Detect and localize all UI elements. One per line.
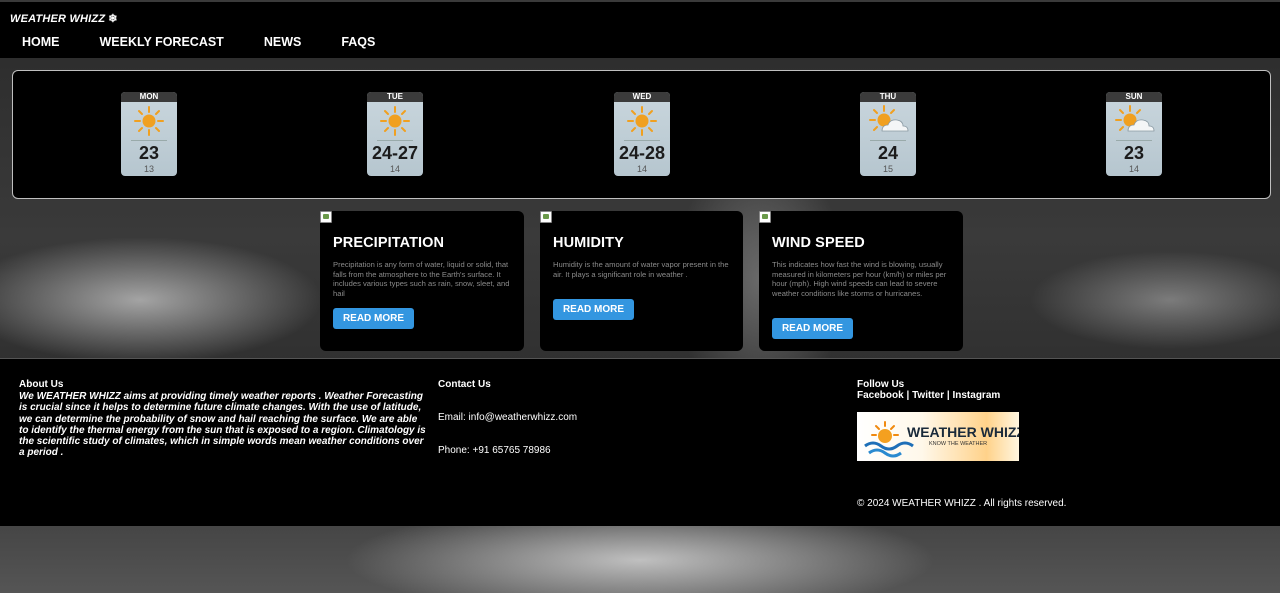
- forecast-day-tue: TUE 24-27 14: [367, 92, 423, 176]
- day-low-temperature: 14: [1128, 164, 1139, 174]
- logo-sun-waves-icon: WEATHER WHIZZ KNOW THE WEATHER: [864, 421, 1025, 458]
- day-temperature: 23: [1123, 143, 1145, 163]
- brand-name: WEATHER WHIZZ: [10, 13, 106, 25]
- social-links: Facebook | Twitter | Instagram: [857, 390, 1000, 401]
- follow-title: Follow Us: [857, 379, 905, 390]
- card-humidity: HUMIDITY Humidity is the amount of water…: [540, 211, 743, 351]
- broken-image-icon: [540, 211, 552, 223]
- read-more-button[interactable]: READ MORE: [772, 318, 853, 339]
- day-temperature: 23: [138, 143, 160, 163]
- facebook-link[interactable]: Facebook: [857, 390, 904, 401]
- partly-cloudy-icon: [1115, 105, 1155, 132]
- weather-whizz-logo: WEATHER WHIZZ KNOW THE WEATHER: [857, 412, 1025, 461]
- card-wind-speed: WIND SPEED This indicates how fast the w…: [759, 211, 963, 351]
- read-more-button[interactable]: READ MORE: [333, 308, 414, 329]
- broken-image-icon: [320, 211, 332, 223]
- nav-home[interactable]: HOME: [22, 35, 60, 49]
- card-description: Humidity is the amount of water vapor pr…: [553, 260, 729, 279]
- day-name: TUE: [367, 92, 423, 102]
- forecast-day-sun: SUN 23 14: [1106, 92, 1162, 176]
- contact-title: Contact Us: [438, 379, 491, 390]
- day-temperature: 24-28: [618, 143, 666, 163]
- read-more-button[interactable]: READ MORE: [553, 299, 634, 320]
- forecast-day-mon: MON 23 13: [121, 92, 177, 176]
- day-name: SUN: [1106, 92, 1162, 102]
- site-header: WEATHER WHIZZ ❄ HOME WEEKLY FORECAST NEWS…: [0, 0, 1280, 58]
- link-separator: |: [946, 390, 950, 401]
- about-section: About Us We WEATHER WHIZZ aims at provid…: [19, 379, 429, 459]
- broken-image-icon: [759, 211, 771, 223]
- day-name: WED: [614, 92, 670, 102]
- partly-cloudy-icon: [869, 105, 909, 132]
- tile-divider: [624, 140, 660, 141]
- nav-news[interactable]: NEWS: [264, 35, 302, 49]
- forecast-day-wed: WED 24-28 14: [614, 92, 670, 176]
- logo-name: WEATHER WHIZZ: [907, 424, 1019, 440]
- link-separator: |: [906, 390, 910, 401]
- card-description: Precipitation is any form of water, liqu…: [333, 260, 510, 298]
- card-description: This indicates how fast the wind is blow…: [772, 260, 947, 298]
- instagram-link[interactable]: Instagram: [952, 390, 1000, 401]
- day-temperature: 24: [877, 143, 899, 163]
- about-title: About Us: [19, 379, 64, 390]
- follow-section: Follow Us Facebook | Twitter | Instagram: [857, 379, 1000, 401]
- day-low-temperature: 14: [389, 164, 400, 174]
- contact-phone[interactable]: Phone: +91 65765 78986: [438, 445, 577, 456]
- sunny-icon: [380, 106, 410, 136]
- day-temperature: 24-27: [371, 143, 419, 163]
- card-precipitation: PRECIPITATION Precipitation is any form …: [320, 211, 524, 351]
- tile-divider: [1116, 140, 1152, 141]
- day-low-temperature: 14: [636, 164, 647, 174]
- day-name: THU: [860, 92, 916, 102]
- brand-logo[interactable]: WEATHER WHIZZ ❄: [10, 12, 118, 25]
- about-text: We WEATHER WHIZZ aims at providing timel…: [19, 391, 426, 459]
- sunny-icon: [627, 106, 657, 136]
- day-name: MON: [121, 92, 177, 102]
- card-title: HUMIDITY: [553, 235, 624, 251]
- forecast-day-thu: THU 24 15: [860, 92, 916, 176]
- contact-email[interactable]: Email: info@weatherwhizz.com: [438, 412, 577, 423]
- copyright: © 2024 WEATHER WHIZZ . All rights reserv…: [857, 498, 1067, 509]
- logo-tagline: KNOW THE WEATHER: [929, 441, 987, 447]
- contact-section: Contact Us Email: info@weatherwhizz.com …: [438, 379, 577, 456]
- nav-weekly-forecast[interactable]: WEEKLY FORECAST: [100, 35, 224, 49]
- sunny-icon: [134, 106, 164, 136]
- snowflake-icon: ❄: [108, 13, 118, 25]
- nav-faqs[interactable]: FAQS: [341, 35, 375, 49]
- main-nav: HOME WEEKLY FORECAST NEWS FAQS: [22, 35, 415, 49]
- card-title: WIND SPEED: [772, 235, 865, 251]
- weekly-forecast-panel: MON 23 13 TUE 24-27 14 WED 24-28 14 THU …: [12, 70, 1271, 199]
- day-low-temperature: 13: [143, 164, 154, 174]
- card-title: PRECIPITATION: [333, 235, 445, 251]
- day-low-temperature: 15: [882, 164, 893, 174]
- tile-divider: [131, 140, 167, 141]
- tile-divider: [870, 140, 906, 141]
- site-footer: About Us We WEATHER WHIZZ aims at provid…: [0, 358, 1280, 526]
- tile-divider: [377, 140, 413, 141]
- twitter-link[interactable]: Twitter: [912, 390, 944, 401]
